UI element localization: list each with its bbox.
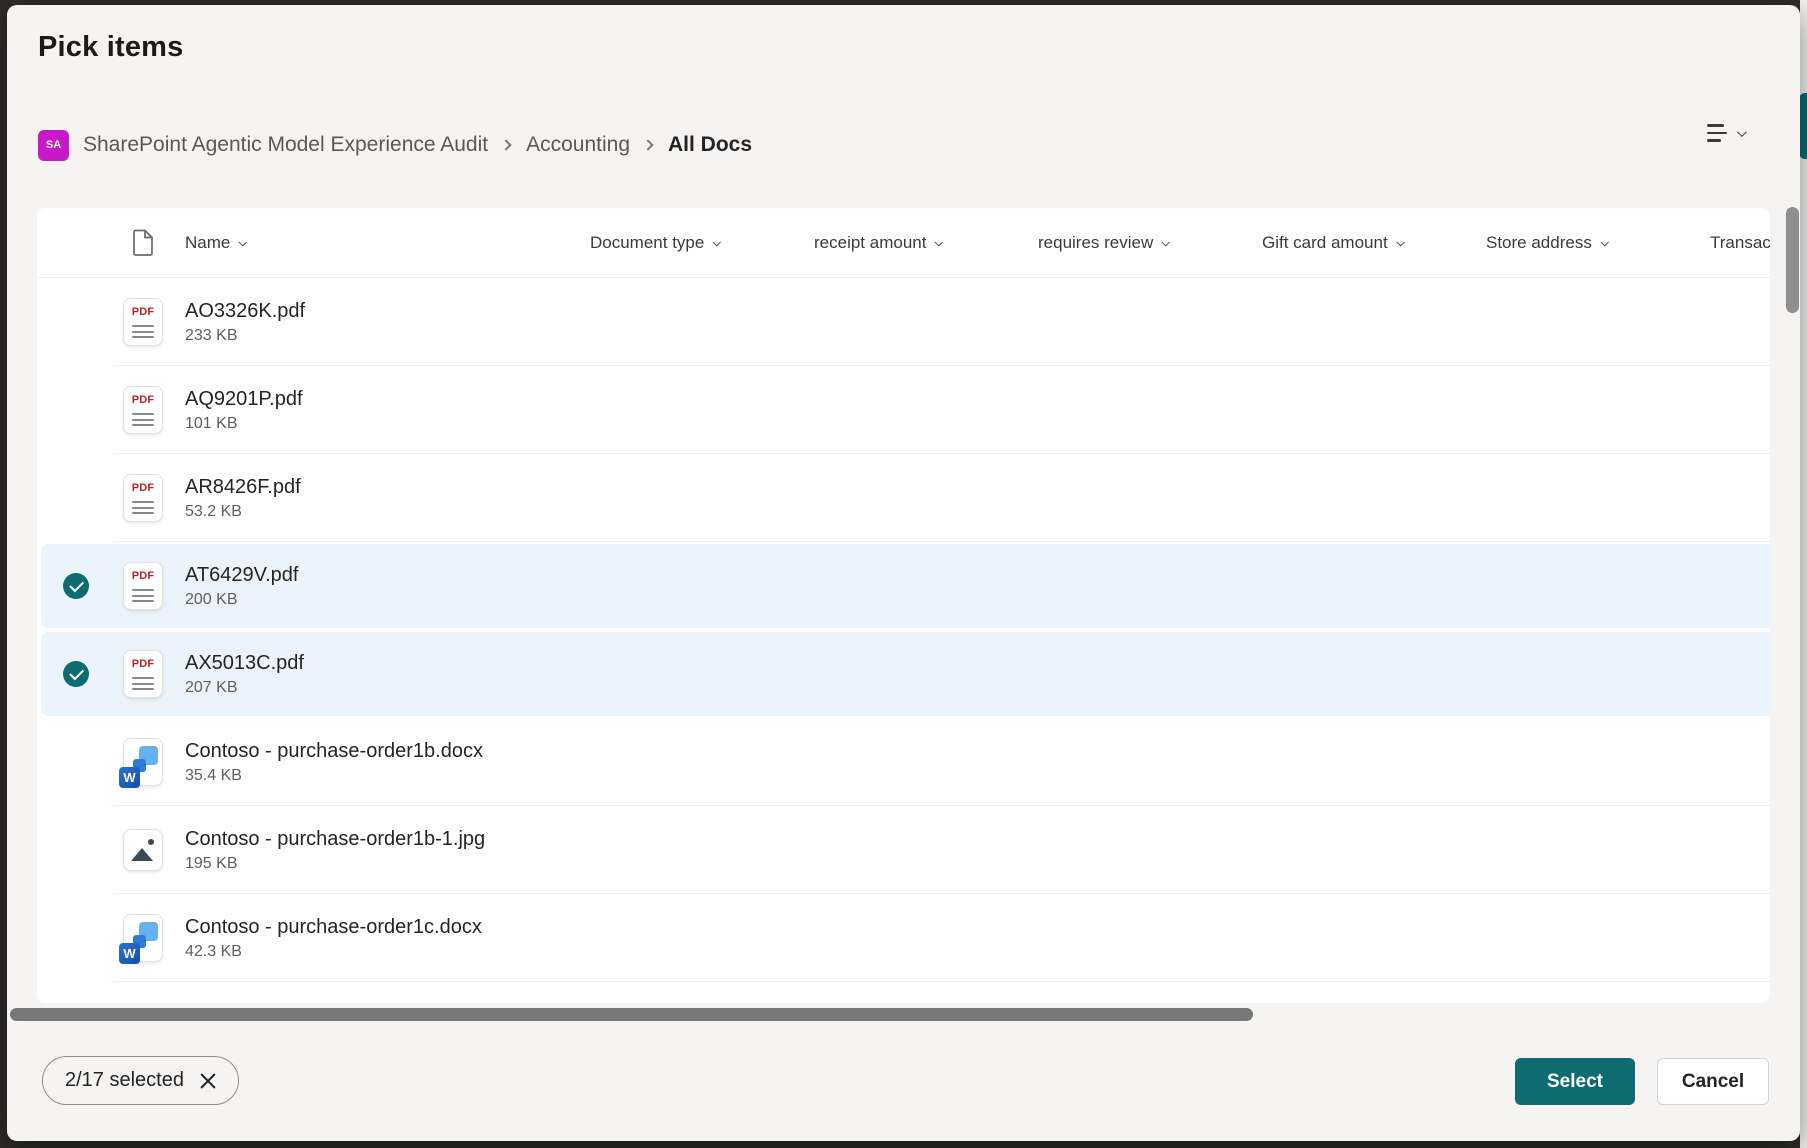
select-button[interactable]: Select bbox=[1515, 1058, 1635, 1105]
list-view-icon bbox=[1707, 124, 1727, 141]
file-name: Contoso - purchase-order1b.docx bbox=[185, 739, 590, 763]
pdf-file-icon: PDF bbox=[123, 298, 163, 346]
file-name: AT6429V.pdf bbox=[185, 563, 590, 587]
file-name: Contoso - purchase-order1c.docx bbox=[185, 915, 590, 939]
column-header-document-type[interactable]: Document type bbox=[590, 233, 814, 253]
selected-check-icon[interactable] bbox=[63, 661, 89, 687]
horizontal-scrollbar[interactable] bbox=[10, 1008, 1253, 1021]
page-behind-dialog bbox=[1800, 0, 1807, 1148]
table-row[interactable]: PDF W AX5013C.pdf 207 KB bbox=[37, 630, 1770, 718]
cancel-button[interactable]: Cancel bbox=[1657, 1058, 1769, 1105]
file-name: AO3326K.pdf bbox=[185, 299, 590, 323]
dialog-title: Pick items bbox=[38, 31, 183, 64]
vertical-scrollbar[interactable] bbox=[1786, 207, 1799, 313]
chevron-down-icon bbox=[1396, 238, 1404, 246]
clear-selection-icon[interactable] bbox=[199, 1072, 216, 1089]
chevron-right-icon bbox=[500, 139, 511, 150]
file-size: 195 KB bbox=[185, 855, 590, 873]
chevron-down-icon bbox=[1736, 127, 1746, 137]
column-header-receipt-amount[interactable]: receipt amount bbox=[814, 233, 1038, 253]
column-header-name[interactable]: Name bbox=[185, 233, 590, 253]
file-size: 35.4 KB bbox=[185, 767, 590, 785]
background-accent bbox=[1799, 93, 1807, 159]
file-size: 53.2 KB bbox=[185, 503, 590, 521]
file-size: 207 KB bbox=[185, 679, 590, 697]
file-list-panel: Name Document type receipt amount requir… bbox=[37, 208, 1770, 1003]
site-logo-tile[interactable]: SA bbox=[38, 130, 69, 161]
file-size: 233 KB bbox=[185, 327, 590, 345]
file-size: 101 KB bbox=[185, 415, 590, 433]
breadcrumb-current[interactable]: All Docs bbox=[668, 133, 752, 157]
file-type-column-header[interactable] bbox=[101, 229, 185, 256]
column-header-store-address[interactable]: Store address bbox=[1486, 233, 1710, 253]
column-header-transaction[interactable]: Transac bbox=[1710, 233, 1770, 253]
file-name: AR8426F.pdf bbox=[185, 475, 590, 499]
breadcrumb-site[interactable]: SharePoint Agentic Model Experience Audi… bbox=[83, 133, 488, 157]
table-row[interactable]: PDF W AQ9201P.pdf 101 KB bbox=[37, 366, 1770, 454]
table-row[interactable]: PDF W Contoso - purchase-order1c.docx 42… bbox=[37, 894, 1770, 982]
pdf-file-icon: PDF bbox=[123, 650, 163, 698]
selected-check-icon[interactable] bbox=[63, 573, 89, 599]
table-row[interactable]: PDF W AT6429V.pdf 200 KB bbox=[37, 542, 1770, 630]
table-row[interactable]: PDF W AO3326K.pdf 233 KB bbox=[37, 278, 1770, 366]
file-size: 42.3 KB bbox=[185, 943, 590, 961]
word-file-icon: W bbox=[123, 914, 163, 962]
chevron-down-icon bbox=[935, 238, 943, 246]
table-row[interactable]: PDF W AR8426F.pdf 53.2 KB bbox=[37, 454, 1770, 542]
selection-count-badge[interactable]: 2/17 selected bbox=[42, 1056, 239, 1105]
table-row[interactable]: PDF W Contoso - purchase-order1b.docx 35… bbox=[37, 718, 1770, 806]
word-file-icon: W bbox=[123, 738, 163, 786]
column-header-requires-review[interactable]: requires review bbox=[1038, 233, 1262, 253]
table-row[interactable]: PDF W Contoso - purchase-order1b-1.jpg 1… bbox=[37, 806, 1770, 894]
pdf-file-icon: PDF bbox=[123, 386, 163, 434]
chevron-down-icon bbox=[239, 238, 247, 246]
file-name: AX5013C.pdf bbox=[185, 651, 590, 675]
file-size: 200 KB bbox=[185, 591, 590, 609]
breadcrumb-folder[interactable]: Accounting bbox=[526, 133, 630, 157]
chevron-right-icon bbox=[642, 139, 653, 150]
selection-count-label: 2/17 selected bbox=[65, 1069, 184, 1092]
table-header-row: Name Document type receipt amount requir… bbox=[37, 208, 1770, 278]
pdf-file-icon: PDF bbox=[123, 562, 163, 610]
page-icon bbox=[132, 229, 154, 256]
pick-items-dialog: Pick items SA SharePoint Agentic Model E… bbox=[7, 5, 1800, 1141]
image-file-icon bbox=[123, 829, 163, 871]
file-name: AQ9201P.pdf bbox=[185, 387, 590, 411]
chevron-down-icon bbox=[713, 238, 721, 246]
breadcrumb: SA SharePoint Agentic Model Experience A… bbox=[38, 128, 752, 162]
file-name: Contoso - purchase-order1b-1.jpg bbox=[185, 827, 590, 851]
column-header-gift-card-amount[interactable]: Gift card amount bbox=[1262, 233, 1486, 253]
pdf-file-icon: PDF bbox=[123, 474, 163, 522]
chevron-down-icon bbox=[1600, 238, 1608, 246]
view-options-button[interactable] bbox=[1679, 112, 1771, 154]
chevron-down-icon bbox=[1162, 238, 1170, 246]
